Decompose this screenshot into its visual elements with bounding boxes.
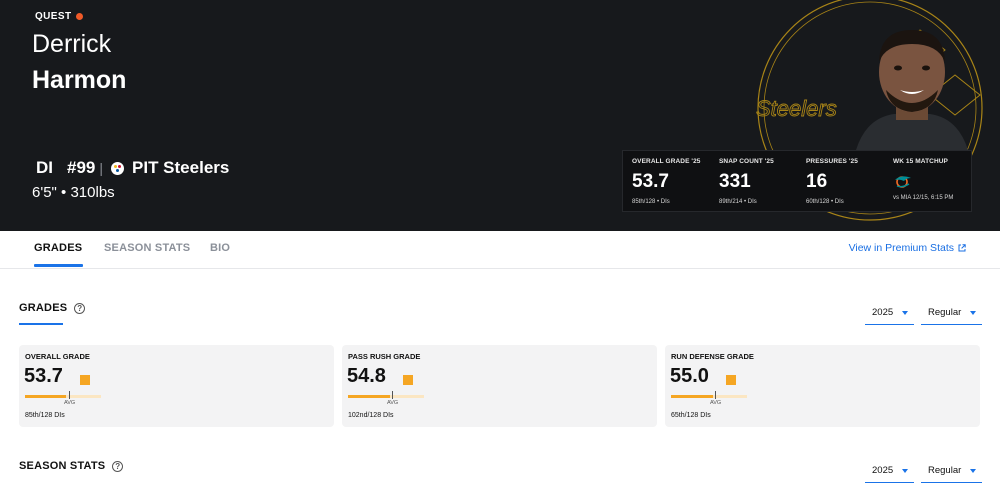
quest-label: QUEST: [35, 11, 84, 22]
grade-bar-track: [671, 395, 747, 398]
grade-bar-track: [25, 395, 101, 398]
stat-label: WK 15 MATCHUP: [893, 158, 948, 165]
grade-card-rank: 102nd/128 DIs: [348, 412, 394, 419]
grade-color-swatch: [403, 375, 413, 385]
grade-card-value: 54.8: [347, 365, 386, 387]
season-stats-type-select[interactable]: Regular: [921, 459, 982, 483]
quest-text: QUEST: [35, 11, 72, 22]
grade-bar-fill: [348, 395, 390, 398]
player-first-name: Derrick: [32, 30, 112, 58]
stat-label: SNAP COUNT '25: [719, 158, 774, 165]
stat-overall-grade: OVERALL GRADE '25 53.7 85th/128 • DIs: [623, 151, 710, 211]
avg-marker: [69, 391, 70, 399]
grade-card-rank: 85th/128 DIs: [25, 412, 65, 419]
external-link-icon: [958, 244, 966, 252]
season-stats-section-title: SEASON STATS ?: [19, 460, 124, 472]
help-icon[interactable]: ?: [74, 302, 86, 314]
stat-value: 53.7: [632, 171, 669, 192]
grade-card-label: OVERALL GRADE: [25, 352, 90, 361]
player-hero: Steelers QUEST Derrick Harmon DI #99 | P…: [0, 0, 1000, 231]
player-jersey: #99: [67, 158, 96, 177]
chevron-down-icon: [970, 310, 977, 315]
grade-card-value: 53.7: [24, 365, 63, 387]
matchup-detail: vs MIA 12/15, 6:15 PM: [893, 195, 954, 201]
premium-stats-link-text: View in Premium Stats: [848, 242, 954, 254]
grade-color-swatch: [80, 375, 90, 385]
player-team: PIT Steelers: [132, 158, 230, 177]
season-type-select[interactable]: Regular: [921, 301, 982, 325]
avg-label: AVG: [64, 400, 76, 406]
tab-season-stats[interactable]: SEASON STATS: [104, 242, 190, 254]
stat-snap-count: SNAP COUNT '25 331 89th/214 • DIs: [710, 151, 797, 211]
year-select[interactable]: 2025: [865, 301, 914, 325]
avg-label: AVG: [387, 400, 399, 406]
player-position: DI: [36, 158, 53, 177]
grade-card-overall: OVERALL GRADE 53.7 AVG 85th/128 DIs: [19, 345, 334, 427]
year-select-value: 2025: [872, 307, 894, 318]
grade-color-swatch: [726, 375, 736, 385]
quest-status-dot-icon: [76, 13, 84, 20]
stats-summary-panel: OVERALL GRADE '25 53.7 85th/128 • DIs SN…: [622, 150, 972, 212]
stat-rank: 89th/214 • DIs: [719, 199, 757, 205]
tab-bio[interactable]: BIO: [210, 242, 230, 254]
premium-stats-link[interactable]: View in Premium Stats: [849, 242, 966, 254]
stat-rank: 85th/128 • DIs: [632, 199, 670, 205]
tab-grades[interactable]: GRADES: [34, 242, 82, 254]
grades-section-title: GRADES ?: [19, 302, 86, 314]
grade-card-label: RUN DEFENSE GRADE: [671, 352, 754, 361]
grade-bar-fill: [671, 395, 713, 398]
player-last-name: Harmon: [32, 66, 127, 94]
chevron-down-icon: [902, 310, 909, 315]
season-type-select-value: Regular: [928, 307, 962, 318]
grades-title-text: GRADES: [19, 302, 68, 314]
steelers-logo-icon: [111, 161, 125, 175]
grade-card-value: 55.0: [670, 365, 709, 387]
avg-marker: [715, 391, 716, 399]
grade-card-run-defense: RUN DEFENSE GRADE 55.0 AVG 65th/128 DIs: [665, 345, 980, 427]
grade-card-rank: 65th/128 DIs: [671, 412, 711, 419]
stat-matchup[interactable]: WK 15 MATCHUP vs MIA 12/15, 6:15 PM: [884, 151, 971, 211]
player-meta: DI #99 | PIT Steelers: [36, 158, 229, 178]
player-size: 6'5" • 310lbs: [32, 184, 115, 201]
grade-card-label: PASS RUSH GRADE: [348, 352, 421, 361]
stat-value: 331: [719, 171, 751, 192]
player-headshot: [856, 30, 968, 150]
stat-label: OVERALL GRADE '25: [632, 158, 701, 165]
grades-title-underline: [19, 323, 63, 325]
stat-rank: 60th/128 • DIs: [806, 199, 844, 205]
help-icon[interactable]: ?: [112, 460, 124, 472]
avg-marker: [392, 391, 393, 399]
grade-bar-fill: [25, 395, 66, 398]
avg-label: AVG: [710, 400, 722, 406]
active-tab-indicator: [34, 264, 83, 267]
season-stats-title-text: SEASON STATS: [19, 460, 106, 472]
dolphins-logo-icon: [895, 176, 911, 188]
profile-tabs: GRADES SEASON STATS BIO View in Premium …: [0, 231, 1000, 269]
season-stats-year-select[interactable]: 2025: [865, 459, 914, 483]
grade-bar-track: [348, 395, 424, 398]
grade-card-pass-rush: PASS RUSH GRADE 54.8 AVG 102nd/128 DIs: [342, 345, 657, 427]
stat-value: 16: [806, 171, 828, 192]
meta-separator: |: [99, 160, 104, 176]
watermark-text: Steelers: [756, 96, 837, 121]
stat-label: PRESSURES '25: [806, 158, 858, 165]
stat-pressures: PRESSURES '25 16 60th/128 • DIs: [797, 151, 884, 211]
